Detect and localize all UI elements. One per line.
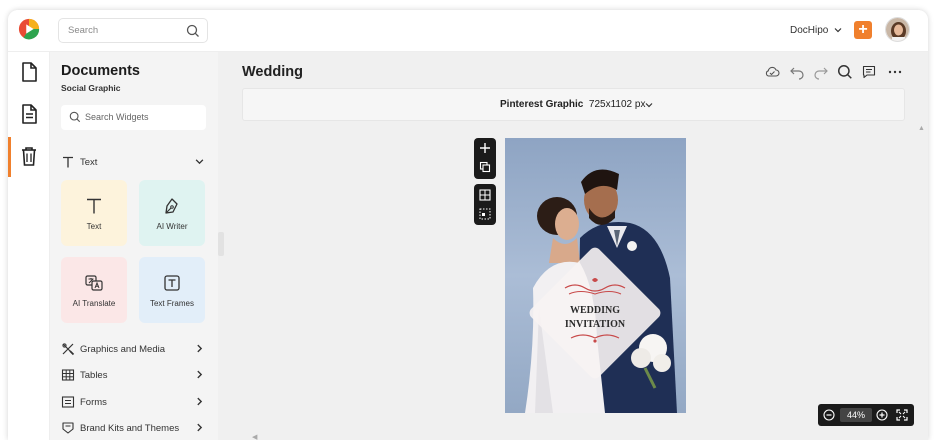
format-label: Pinterest Graphic 725x1102 px bbox=[500, 99, 645, 110]
chevron-down-icon bbox=[645, 103, 653, 108]
section-label: Brand Kits and Themes bbox=[80, 423, 180, 434]
cloud-save-icon[interactable] bbox=[764, 64, 780, 80]
zoom-value[interactable]: 44% bbox=[840, 408, 872, 422]
design-canvas[interactable]: WEDDING INVITATION bbox=[505, 138, 686, 413]
account-name[interactable]: DocHipo bbox=[790, 25, 828, 36]
zoom-in-icon[interactable] bbox=[876, 409, 888, 421]
pen-nib-icon bbox=[165, 198, 178, 214]
document-title[interactable]: Wedding bbox=[242, 64, 303, 80]
widgets-panel: Documents Social Graphic Search Widgets … bbox=[50, 52, 218, 440]
form-icon bbox=[61, 396, 75, 408]
section-label: Forms bbox=[80, 397, 107, 408]
documents-icon[interactable] bbox=[17, 60, 41, 84]
left-rail bbox=[8, 52, 50, 440]
duplicate-page-icon[interactable] bbox=[479, 161, 491, 173]
invitation-line-2: INVITATION bbox=[565, 319, 626, 330]
format-size: 725x1102 px bbox=[588, 99, 646, 110]
undo-icon[interactable] bbox=[789, 64, 805, 80]
search-input[interactable]: Search bbox=[58, 18, 208, 43]
app-window: Search DocHipo + Documents Social Graphi… bbox=[8, 10, 928, 440]
fullscreen-icon[interactable] bbox=[896, 409, 908, 421]
create-button[interactable]: + bbox=[854, 21, 872, 39]
chevron-right-icon bbox=[197, 344, 203, 353]
wedding-photo: WEDDING INVITATION bbox=[505, 138, 686, 413]
section-label: Graphics and Media bbox=[80, 344, 166, 355]
chevron-right-icon bbox=[197, 423, 203, 432]
chevron-right-icon bbox=[197, 370, 203, 379]
widget-card-text-frames[interactable]: Text Frames bbox=[139, 257, 205, 323]
zoom-control: 44% bbox=[818, 404, 914, 426]
widgets-icon[interactable] bbox=[17, 102, 41, 126]
section-brand-kits[interactable]: Brand Kits and Themes bbox=[61, 420, 206, 438]
section-graphics-media[interactable]: Graphics and Media bbox=[61, 341, 206, 359]
search-icon[interactable] bbox=[837, 64, 853, 80]
panel-collapse-handle[interactable] bbox=[218, 232, 224, 256]
translate-icon bbox=[85, 275, 103, 291]
scroll-up-arrow[interactable]: ▲ bbox=[918, 125, 925, 132]
layout-tools bbox=[474, 184, 496, 225]
scroll-left-arrow[interactable]: ◀ bbox=[252, 433, 257, 440]
rail-active-indicator bbox=[8, 137, 11, 177]
redo-icon[interactable] bbox=[813, 64, 829, 80]
comment-icon[interactable] bbox=[861, 64, 877, 80]
grid-layout-icon[interactable] bbox=[479, 189, 491, 201]
page-tools bbox=[474, 138, 496, 179]
section-tables[interactable]: Tables bbox=[61, 367, 206, 385]
avatar[interactable] bbox=[885, 17, 910, 42]
chevron-down-icon[interactable] bbox=[834, 26, 842, 34]
section-label: Tables bbox=[80, 370, 108, 381]
search-icon[interactable] bbox=[186, 24, 200, 38]
zoom-out-icon[interactable] bbox=[823, 409, 835, 421]
widget-search-input[interactable]: Search Widgets bbox=[61, 105, 206, 130]
table-icon bbox=[61, 369, 75, 381]
format-size-bar[interactable]: Pinterest Graphic 725x1102 px bbox=[242, 88, 905, 121]
format-name: Pinterest Graphic bbox=[500, 99, 584, 110]
top-bar: Search DocHipo + bbox=[8, 10, 928, 52]
widget-card-label: AI Translate bbox=[72, 299, 116, 308]
widget-card-text[interactable]: Text bbox=[61, 180, 127, 246]
section-text-label: Text bbox=[80, 157, 98, 168]
dochipo-logo[interactable] bbox=[18, 18, 40, 40]
section-text[interactable]: Text bbox=[61, 154, 206, 172]
text-icon bbox=[87, 198, 101, 214]
select-area-icon[interactable] bbox=[479, 208, 491, 220]
chevron-right-icon bbox=[197, 397, 203, 406]
widget-search-placeholder: Search Widgets bbox=[85, 112, 149, 122]
widget-card-label: Text Frames bbox=[149, 299, 194, 308]
widget-card-ai-writer[interactable]: AI Writer bbox=[139, 180, 205, 246]
panel-subtitle: Social Graphic bbox=[61, 83, 121, 93]
invitation-line-1: WEDDING bbox=[570, 305, 620, 316]
brand-kit-icon bbox=[62, 422, 74, 434]
section-forms[interactable]: Forms bbox=[61, 394, 206, 412]
add-page-icon[interactable] bbox=[479, 142, 491, 154]
search-icon bbox=[69, 111, 81, 123]
text-icon bbox=[63, 156, 73, 168]
widget-card-label: Text bbox=[86, 222, 102, 231]
search-placeholder: Search bbox=[68, 25, 99, 36]
widget-card-label: AI Writer bbox=[156, 222, 188, 231]
editor-area: Wedding Pinterest Graphic 725x1102 px ▲ bbox=[218, 52, 928, 440]
panel-title: Documents bbox=[61, 63, 140, 79]
text-frame-icon bbox=[164, 275, 180, 291]
more-options-icon[interactable] bbox=[887, 64, 903, 80]
trash-icon[interactable] bbox=[17, 144, 41, 168]
graphics-icon bbox=[62, 343, 75, 356]
widget-card-ai-translate[interactable]: AI Translate bbox=[61, 257, 127, 323]
chevron-down-icon bbox=[195, 159, 204, 165]
